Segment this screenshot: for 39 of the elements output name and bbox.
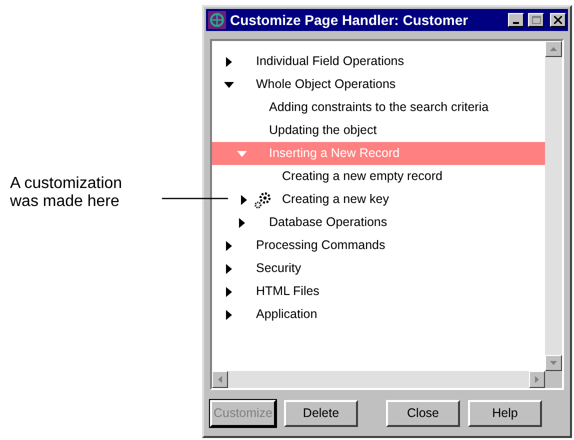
close-button[interactable] bbox=[550, 13, 566, 27]
dialog-button[interactable]: Delete bbox=[284, 400, 358, 427]
tree-item-label[interactable]: Adding constraints to the search criteria bbox=[269, 98, 489, 117]
tree-item-label[interactable]: Processing Commands bbox=[256, 236, 386, 255]
scroll-up-button[interactable] bbox=[545, 41, 562, 57]
tree-item-label[interactable]: Application bbox=[256, 305, 318, 324]
collapsed-arrow-icon[interactable] bbox=[224, 310, 234, 320]
down-arrow-icon bbox=[550, 361, 557, 365]
leader-line bbox=[162, 197, 228, 200]
dialog-button[interactable]: Close bbox=[386, 400, 460, 427]
scroll-right-button[interactable] bbox=[529, 371, 545, 388]
tree-item-label[interactable]: Security bbox=[256, 259, 302, 278]
annotation-text: A customization was made here bbox=[10, 175, 124, 211]
scrollbar-corner bbox=[545, 371, 562, 388]
app-icon bbox=[208, 11, 226, 29]
up-arrow-icon bbox=[550, 47, 557, 51]
tree-item-label[interactable]: Creating a new empty record bbox=[282, 167, 442, 186]
tree-item-label[interactable]: Whole Object Operations bbox=[256, 75, 396, 94]
scroll-down-button[interactable] bbox=[545, 355, 562, 371]
tree-item-label[interactable]: Individual Field Operations bbox=[256, 52, 404, 71]
maximize-button[interactable] bbox=[528, 13, 544, 27]
collapsed-arrow-icon[interactable] bbox=[224, 287, 234, 297]
dialog-button[interactable]: Help bbox=[468, 400, 542, 427]
left-arrow-icon bbox=[218, 376, 222, 383]
tree-item-label[interactable]: Updating the object bbox=[269, 121, 377, 140]
minimize-button[interactable] bbox=[508, 13, 524, 27]
collapsed-arrow-icon[interactable] bbox=[224, 264, 234, 274]
collapsed-arrow-icon[interactable] bbox=[239, 195, 249, 205]
close-icon bbox=[554, 16, 562, 24]
expanded-arrow-icon[interactable] bbox=[224, 80, 234, 90]
window-title: Customize Page Handler: Customer bbox=[230, 10, 470, 30]
collapsed-arrow-icon[interactable] bbox=[224, 57, 234, 67]
collapsed-arrow-icon[interactable] bbox=[224, 241, 234, 251]
tree-item-label[interactable]: Creating a new key bbox=[282, 190, 390, 209]
tree-item-label[interactable]: Database Operations bbox=[269, 213, 388, 232]
collapsed-arrow-icon[interactable] bbox=[237, 218, 247, 228]
scroll-left-button[interactable] bbox=[212, 371, 228, 388]
tree-item-label[interactable]: HTML Files bbox=[256, 282, 320, 301]
right-arrow-icon bbox=[535, 376, 539, 383]
